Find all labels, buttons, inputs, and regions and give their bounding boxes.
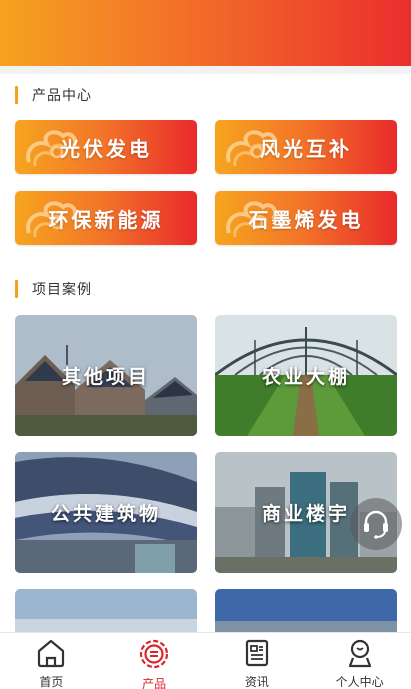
headset-icon: [364, 510, 388, 539]
tab-label: 个人中心: [335, 675, 384, 689]
product-icon: [138, 638, 170, 670]
tab-label: 首页: [39, 675, 64, 689]
tab-profile[interactable]: 个人中心: [308, 633, 411, 689]
case-card-public-building[interactable]: 公共建筑物: [15, 452, 197, 573]
bottom-tab-bar: 首页 产品 资讯 个人中心: [0, 632, 411, 689]
news-icon: [241, 638, 273, 668]
top-banner: [0, 0, 411, 66]
cases-section-title: 项目案例: [32, 282, 92, 298]
tab-products[interactable]: 产品: [103, 633, 206, 689]
home-icon: [35, 638, 67, 668]
product-label: 风光互补: [260, 136, 352, 161]
section-accent-bar: [15, 280, 18, 298]
case-card-greenhouse[interactable]: 农业大棚: [215, 315, 397, 436]
product-label: 环保新能源: [48, 207, 164, 232]
case-label: 商业楼宇: [261, 503, 350, 525]
case-label: 公共建筑物: [50, 503, 161, 525]
section-divider: [0, 66, 411, 74]
cases-section-header: 项目案例: [15, 279, 92, 299]
case-card-other[interactable]: 其他项目: [15, 315, 197, 436]
product-button-wind-solar[interactable]: 风光互补: [215, 120, 397, 174]
products-section-header: 产品中心: [15, 85, 92, 105]
tab-label: 资讯: [244, 675, 269, 689]
case-label: 农业大棚: [261, 366, 350, 388]
tab-home[interactable]: 首页: [0, 633, 103, 689]
product-button-graphene[interactable]: 石墨烯发电: [215, 191, 397, 245]
customer-service-button[interactable]: [350, 498, 402, 550]
tab-news[interactable]: 资讯: [206, 633, 309, 689]
case-label: 其他项目: [61, 366, 150, 388]
product-button-pv[interactable]: 光伏发电: [15, 120, 197, 174]
user-icon: [344, 638, 376, 668]
product-button-eco-energy[interactable]: 环保新能源: [15, 191, 197, 245]
product-label: 石墨烯发电: [248, 207, 364, 232]
product-label: 光伏发电: [60, 136, 152, 161]
section-accent-bar: [15, 86, 18, 104]
products-section-title: 产品中心: [32, 88, 92, 104]
tab-label: 产品: [142, 677, 167, 689]
